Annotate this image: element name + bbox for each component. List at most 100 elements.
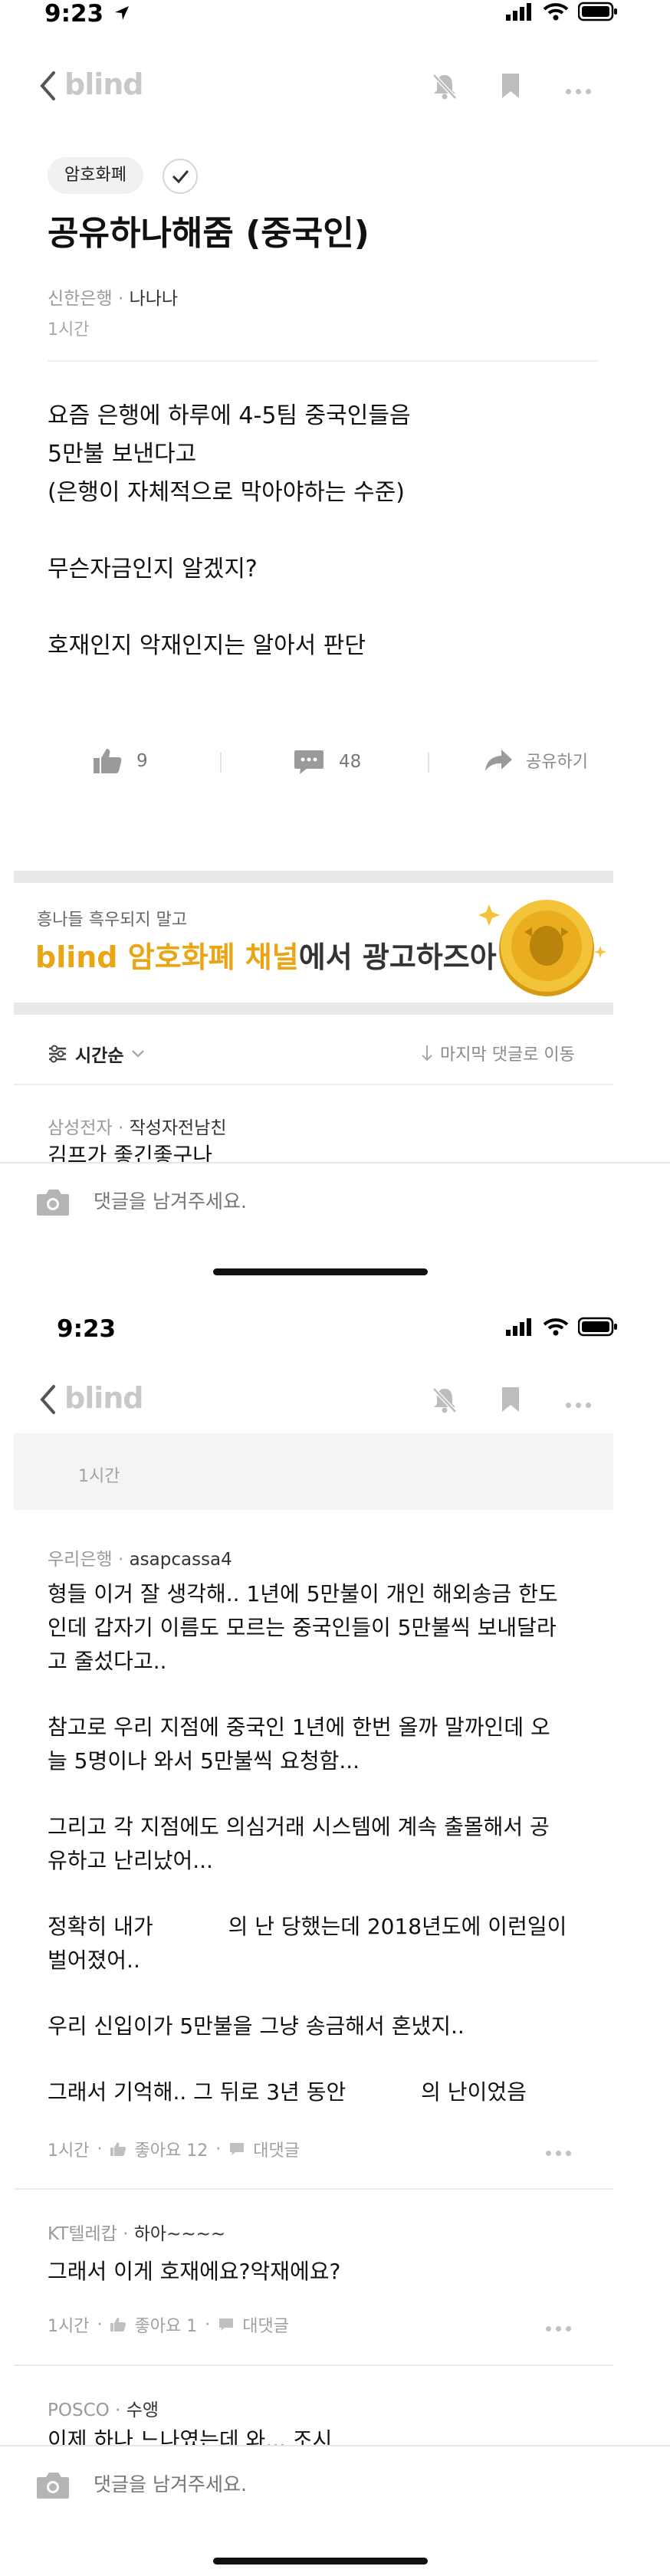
- comment-input[interactable]: [92, 2466, 555, 2502]
- thumbs-up-icon[interactable]: [110, 2141, 126, 2157]
- ad-banner[interactable]: 흥나들 흑우되지 말고 blind 암호화폐 채널에서 광고하즈아: [14, 883, 613, 1003]
- camera-icon[interactable]: [35, 1186, 71, 1217]
- header-divider: [48, 360, 598, 362]
- comment-company[interactable]: 우리은행: [48, 1550, 113, 1570]
- bell-off-icon[interactable]: [431, 72, 458, 100]
- jump-last-comment-button[interactable]: 마지막 댓글로 이동: [420, 1041, 575, 1065]
- meta-separator: ·: [97, 2139, 103, 2159]
- body-line: (은행이 자체적으로 막아야하는 수준): [48, 479, 406, 506]
- comment-body: 형들 이거 잘 생각해.. 1년에 5만불이 개인 해외송금 한도 인데 갑자기…: [48, 1577, 615, 2109]
- peek-comment-clip: 이제 하나 느나였는데 와... 조시: [48, 2427, 332, 2445]
- status-icons: [506, 1317, 618, 1337]
- comment-author: KT텔레캅 · 하아~~~~: [48, 2219, 225, 2245]
- home-indicator: [213, 2558, 428, 2565]
- arrow-down-icon: [422, 1045, 432, 1062]
- author-separator: ·: [123, 2224, 129, 2244]
- comment-nickname[interactable]: asapcassa4: [130, 1550, 232, 1570]
- like-button[interactable]: 9: [92, 747, 148, 775]
- battery-icon: [578, 2, 617, 21]
- banner-accent: blind 암호화폐 채널: [35, 940, 299, 974]
- comment-line: 그래서 이게 호재에요?악재에요?: [48, 2259, 341, 2284]
- share-arrow-icon: [485, 750, 512, 771]
- comment-line: [48, 2043, 615, 2076]
- battery-icon: [578, 1317, 617, 1337]
- comment-like-label[interactable]: 좋아요 1: [134, 2312, 197, 2337]
- status-icons: [506, 2, 618, 21]
- nav-logo[interactable]: blind: [64, 67, 144, 101]
- comment-line: 그래서 기억해.. 그 뒤로 3년 동안 의 난이었음: [48, 2079, 527, 2105]
- author-separator: ·: [117, 289, 124, 309]
- previous-comment-tail: 1시간: [14, 1433, 613, 1510]
- comment-body: 그래서 이게 호재에요?악재에요?: [48, 2255, 340, 2289]
- author-separator: ·: [117, 1118, 124, 1138]
- bookmark-icon[interactable]: [500, 1386, 521, 1413]
- comment-line: 정확히 내가 의 난 당했는데 2018년도에 이런일이: [48, 1914, 567, 1939]
- body-line: 호재인지 악재인지는 알아서 판단: [48, 632, 366, 659]
- nav-logo[interactable]: blind: [64, 1381, 144, 1415]
- comment-time: 1시간: [48, 2141, 90, 2161]
- peek-nickname[interactable]: 작성자전남친: [130, 1118, 227, 1138]
- signal-icon: [506, 3, 531, 21]
- action-divider: [428, 753, 429, 773]
- camera-icon[interactable]: [35, 2469, 71, 2500]
- banner-headline: blind 암호화폐 채널에서 광고하즈아: [35, 934, 497, 976]
- status-time: 9:23: [57, 1315, 117, 1343]
- follow-check-button[interactable]: [163, 159, 198, 194]
- comment-reply-label[interactable]: 대댓글: [242, 2312, 289, 2337]
- peek-comment-text: 김프가 좋긴좋구나: [48, 1143, 212, 1162]
- comment-divider: [14, 2188, 613, 2190]
- check-icon: [172, 170, 189, 184]
- more-icon[interactable]: [566, 1396, 596, 1411]
- sort-icon: [49, 1045, 66, 1063]
- bookmark-icon[interactable]: [500, 72, 521, 100]
- meta-separator: ·: [205, 2315, 211, 2335]
- comment-icon[interactable]: [218, 2317, 235, 2332]
- peek-comment-text: 이제 하나 느나였는데 와... 조시: [48, 2427, 333, 2445]
- body-line: 무슨자금인지 알겠지?: [48, 556, 258, 582]
- comment-divider: [14, 2364, 613, 2366]
- body-line: [48, 512, 615, 550]
- comment-more-icon[interactable]: [546, 2320, 576, 2335]
- peek-company[interactable]: POSCO: [48, 2400, 110, 2420]
- comment-reply-label[interactable]: 대댓글: [253, 2137, 300, 2161]
- more-icon[interactable]: [566, 83, 596, 97]
- thumbs-up-icon: [94, 749, 122, 773]
- comment-input-bar: [0, 2445, 670, 2523]
- bell-off-icon[interactable]: [431, 1386, 458, 1413]
- author-company[interactable]: 신한은행: [48, 289, 113, 309]
- location-arrow-icon: [115, 6, 129, 20]
- section-divider: [14, 871, 613, 883]
- comment-icon[interactable]: [228, 2141, 245, 2157]
- back-chevron-icon[interactable]: [38, 71, 57, 101]
- back-chevron-icon[interactable]: [38, 1384, 57, 1415]
- comment-line: 형들 이거 잘 생각해.. 1년에 5만불이 개인 해외송금 한도: [48, 1581, 558, 1606]
- banner-small-text: 흥나들 흑우되지 말고: [37, 911, 188, 930]
- comment-line: 유하고 난리났어...: [48, 1848, 213, 1873]
- banner-rest: 에서 광고하즈아: [298, 940, 497, 974]
- comment-like-label[interactable]: 좋아요 12: [134, 2137, 208, 2161]
- comment-author: 우리은행 · asapcassa4: [48, 1544, 232, 1570]
- comment-line: 인데 갑자기 이름도 모르는 중국인들이 5만불씩 보내달라: [48, 1615, 557, 1640]
- comment-button[interactable]: 48: [293, 747, 361, 776]
- comment-company[interactable]: KT텔레캅: [48, 2224, 117, 2244]
- author-nickname[interactable]: 나나나: [130, 289, 178, 309]
- category-chip[interactable]: 암호화폐: [48, 157, 143, 194]
- peek-company[interactable]: 삼성전자: [48, 1118, 113, 1138]
- comment-nickname[interactable]: 하아~~~~: [134, 2224, 225, 2244]
- comment-more-icon[interactable]: [546, 2144, 576, 2159]
- comment-line: [48, 1778, 615, 1810]
- wifi-icon: [543, 3, 569, 21]
- share-button[interactable]: 공유하기: [483, 747, 588, 773]
- sort-label: 시간순: [75, 1046, 124, 1066]
- section-divider: [14, 1003, 613, 1015]
- thumbs-up-icon[interactable]: [110, 2317, 126, 2332]
- comment-line: 벌어졌어..: [48, 1948, 140, 1973]
- peek-nickname[interactable]: 수앵: [126, 2400, 159, 2420]
- comment-line: 늘 5명이나 와서 5만불씩 요청함...: [48, 1748, 360, 1774]
- meta-separator: ·: [97, 2315, 103, 2335]
- comment-input[interactable]: [92, 1183, 555, 1219]
- comment-meta: 1시간 · 좋아요 1 · 대댓글: [48, 2312, 289, 2337]
- sort-dropdown[interactable]: 시간순: [48, 1041, 145, 1067]
- author-line: 신한은행 · 나나나: [48, 284, 178, 310]
- action-divider: [220, 753, 222, 773]
